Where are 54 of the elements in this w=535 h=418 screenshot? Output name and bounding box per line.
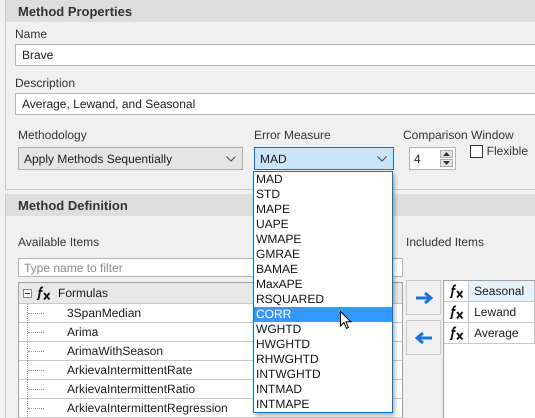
tree-group[interactable]: Formulas — [58, 286, 108, 300]
name-field[interactable]: Brave — [15, 44, 535, 66]
add-button[interactable] — [406, 280, 441, 315]
chevron-down-icon — [226, 156, 236, 162]
field-label: Comparison Window — [403, 128, 514, 143]
dropdown-option[interactable]: MAPE — [254, 202, 392, 217]
tree-item[interactable]: ArkievaIntermittentRegression — [67, 401, 228, 415]
remove-button[interactable] — [406, 320, 441, 355]
field-label: Name — [15, 27, 48, 42]
chevron-down-icon — [377, 156, 387, 162]
field-label: Error Measure — [254, 128, 331, 143]
dropdown-option[interactable]: INTMAPE — [254, 397, 392, 412]
dropdown-option[interactable]: RSQUARED — [254, 292, 392, 307]
tree-item[interactable]: ArimaWithSeason — [67, 344, 164, 358]
dropdown-option[interactable]: WGHTD — [254, 322, 392, 337]
flexible-checkbox[interactable] — [470, 145, 483, 158]
function-icon — [448, 284, 464, 298]
dropdown-option[interactable]: GMRAE — [254, 247, 392, 262]
mouse-cursor-icon — [340, 311, 352, 330]
description-field[interactable]: Average, Lewand, and Seasonal — [15, 93, 535, 115]
function-icon — [36, 286, 51, 300]
field-label: Description — [15, 76, 76, 91]
included-row[interactable]: Lewand — [444, 302, 535, 323]
field-label: Included Items — [406, 235, 484, 250]
dropdown-option[interactable]: RHWGHTD — [254, 352, 392, 367]
arrow-left-icon — [414, 332, 432, 344]
methodology-dropdown[interactable]: Apply Methods Sequentially — [18, 147, 243, 170]
dropdown-option[interactable]: INTMAD — [254, 382, 392, 397]
field-label: Available Items — [18, 235, 100, 250]
included-row[interactable]: Average — [444, 323, 535, 344]
section-header: Method Properties — [6, 0, 535, 22]
dropdown-option[interactable]: INTWGHTD — [254, 367, 392, 382]
arrow-right-icon — [414, 292, 432, 304]
tree-item[interactable]: 3SpanMedian — [67, 306, 142, 320]
dropdown-option[interactable]: MAD — [254, 172, 392, 187]
dropdown-option[interactable]: BAMAE — [254, 262, 392, 277]
dropdown-option[interactable]: WMAPE — [254, 232, 392, 247]
dropdown-option[interactable]: UAPE — [254, 217, 392, 232]
tree-item[interactable]: ArkievaIntermittentRate — [67, 363, 192, 377]
included-row[interactable]: Seasonal — [444, 281, 535, 302]
spin-up-button[interactable] — [440, 150, 453, 158]
tree-item[interactable]: Arima — [67, 325, 98, 339]
error-measure-dropdown[interactable]: MAD — [254, 147, 394, 170]
field-label: Methodology — [18, 128, 87, 143]
function-icon — [448, 326, 464, 340]
spin-down-button[interactable] — [440, 159, 453, 167]
tree-item[interactable]: ArkievaIntermittentRatio — [67, 382, 196, 396]
checkbox-label: Flexible — [486, 144, 528, 159]
function-icon — [448, 305, 464, 319]
dropdown-option[interactable]: STD — [254, 187, 392, 202]
comparison-window-spinner[interactable]: 4 — [409, 147, 456, 170]
dropdown-option[interactable]: HWGHTD — [254, 337, 392, 352]
collapse-icon[interactable] — [23, 288, 32, 298]
dropdown-option[interactable]: MaxAPE — [254, 277, 392, 292]
